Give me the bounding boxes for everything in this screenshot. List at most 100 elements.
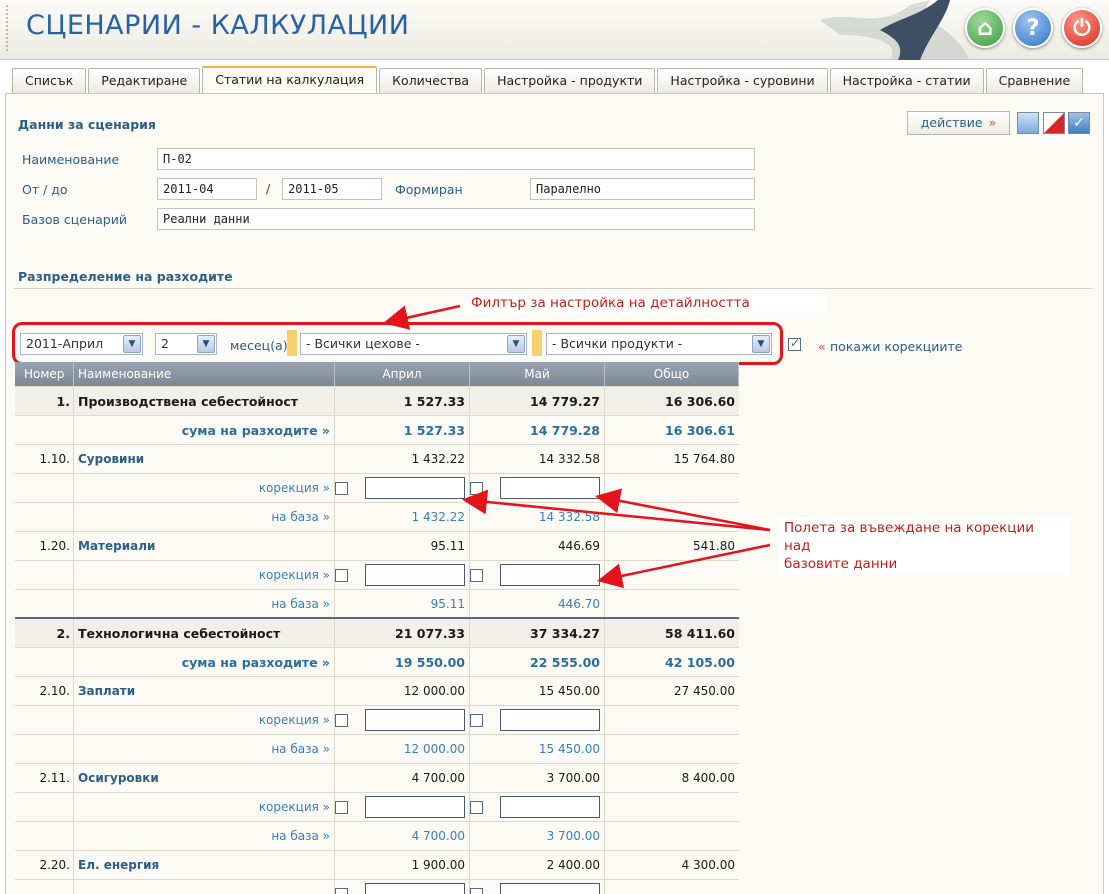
- tab-list[interactable]: Списък: [12, 68, 87, 93]
- col-name[interactable]: Наименование: [74, 362, 335, 386]
- correction-checkbox-may[interactable]: [470, 801, 483, 814]
- row-name[interactable]: сума на разходите »: [74, 648, 335, 676]
- correction-input-may[interactable]: [500, 796, 600, 818]
- tab-settings-items[interactable]: Настройка - статии: [829, 68, 984, 93]
- correction-checkbox-may[interactable]: [470, 888, 483, 894]
- correction-checkbox-may[interactable]: [470, 714, 483, 727]
- row-number: [15, 793, 74, 821]
- table-row: корекция »: [15, 793, 739, 822]
- row-name: Технологична себестойност: [74, 619, 335, 647]
- row-total: [605, 793, 739, 821]
- correction-input-april[interactable]: [365, 709, 465, 731]
- correction-input-april[interactable]: [365, 883, 465, 894]
- row-name[interactable]: на база »: [74, 590, 335, 617]
- table-row: 1.20. Материали 95.11 446.69 541.80: [15, 532, 739, 561]
- correction-input-may[interactable]: [500, 564, 600, 586]
- print-icon[interactable]: [1017, 112, 1039, 134]
- row-name[interactable]: корекция »: [74, 474, 335, 502]
- table-row: 2. Технологична себестойност 21 077.33 37 3…: [15, 619, 739, 648]
- products-select[interactable]: - Всички продукти - ▼: [546, 333, 772, 355]
- row-may: 3 700.00: [470, 764, 605, 792]
- show-corrections-label[interactable]: покажи корекциите: [830, 339, 963, 354]
- page-title: СЦЕНАРИИ - КАЛКУЛАЦИИ: [26, 10, 410, 41]
- month-select[interactable]: 2011-Април ▼: [20, 333, 143, 355]
- row-name[interactable]: корекция »: [74, 706, 335, 734]
- tab-settings-materials[interactable]: Настройка - суровини: [657, 68, 828, 93]
- correction-input-april[interactable]: [365, 796, 465, 818]
- row-name[interactable]: Ел. енергия: [74, 851, 335, 879]
- correction-checkbox-april[interactable]: [335, 714, 348, 727]
- row-total: 16 306.60: [665, 393, 735, 409]
- show-corrections-checkbox[interactable]: [788, 336, 801, 351]
- col-number[interactable]: Номер: [15, 362, 74, 386]
- row-name[interactable]: Осигуровки: [74, 764, 335, 792]
- tab-comparison[interactable]: Сравнение: [985, 68, 1084, 93]
- row-name[interactable]: Заплати: [74, 677, 335, 705]
- action-label: действие: [920, 115, 983, 130]
- col-april[interactable]: Април: [335, 362, 470, 386]
- name-field[interactable]: П-02: [157, 148, 755, 170]
- base-scenario-field[interactable]: Реални данни: [157, 208, 755, 230]
- month-count-select[interactable]: 2 ▼: [155, 333, 217, 355]
- home-icon[interactable]: ⌂: [965, 8, 1005, 48]
- row-name[interactable]: Суровини: [74, 445, 335, 473]
- to-field[interactable]: 2011-05: [282, 178, 382, 200]
- row-april: 95.11: [335, 590, 470, 617]
- row-total: [605, 822, 739, 850]
- row-name[interactable]: корекция »: [74, 561, 335, 589]
- row-name[interactable]: на база »: [74, 503, 335, 531]
- tab-settings-products[interactable]: Настройка - продукти: [484, 68, 656, 93]
- correction-input-april[interactable]: [365, 477, 465, 499]
- action-button[interactable]: действие »: [907, 111, 1010, 135]
- row-april: 12 000.00: [335, 677, 470, 705]
- help-icon[interactable]: ?: [1013, 8, 1053, 48]
- correction-checkbox-april[interactable]: [335, 569, 348, 582]
- table-header: Номер Наименование Април Май Общо: [15, 362, 739, 387]
- table-row: 2.11. Осигуровки 4 700.00 3 700.00 8 400.00: [15, 764, 739, 793]
- correction-checkbox-may[interactable]: [470, 482, 483, 495]
- col-total[interactable]: Общо: [605, 362, 739, 386]
- section-divider: [14, 288, 1092, 289]
- correction-input-may[interactable]: [500, 883, 600, 894]
- row-april: 4 700.00: [335, 764, 470, 792]
- row-may: 15 450.00: [470, 735, 605, 763]
- row-name[interactable]: на база »: [74, 735, 335, 763]
- tab-bar: Списък Редактиране Статии на калкулация …: [12, 66, 1085, 93]
- correction-checkbox-april[interactable]: [335, 482, 348, 495]
- correction-checkbox-may[interactable]: [470, 569, 483, 582]
- row-name[interactable]: корекция »: [74, 793, 335, 821]
- row-total: [605, 503, 739, 531]
- power-icon[interactable]: ⏻: [1062, 8, 1102, 48]
- row-name[interactable]: Материали: [74, 532, 335, 560]
- row-name[interactable]: на база »: [74, 822, 335, 850]
- row-name[interactable]: сума на разходите »: [74, 416, 335, 444]
- from-field[interactable]: 2011-04: [157, 178, 257, 200]
- correction-input-april[interactable]: [365, 564, 465, 586]
- row-may: 14 332.58: [470, 503, 605, 531]
- tab-calc-items[interactable]: Статии на калкулация: [202, 66, 378, 93]
- row-may: 14 332.58: [470, 445, 605, 473]
- erase-icon[interactable]: [1043, 112, 1065, 134]
- tab-edit[interactable]: Редактиране: [88, 68, 201, 93]
- correction-input-may[interactable]: [500, 709, 600, 731]
- row-total: 42 105.00: [665, 654, 735, 670]
- table-row: на база » 4 700.00 3 700.00: [15, 822, 739, 851]
- formed-field[interactable]: Паралелно: [530, 178, 755, 200]
- workshops-select[interactable]: - Всички цехове - ▼: [300, 333, 527, 355]
- row-number: [15, 503, 74, 531]
- row-number: [15, 561, 74, 589]
- correction-checkbox-april[interactable]: [335, 888, 348, 894]
- filter-separator: [532, 330, 542, 356]
- col-may[interactable]: Май: [470, 362, 605, 386]
- tab-quantities[interactable]: Количества: [379, 68, 483, 93]
- row-number: [15, 880, 74, 894]
- row-number: [15, 735, 74, 763]
- row-april: 4 700.00: [335, 822, 470, 850]
- months-label: месец(а): [230, 338, 288, 353]
- correction-checkbox-april[interactable]: [335, 801, 348, 814]
- row-name[interactable]: [74, 880, 335, 894]
- correction-input-may[interactable]: [500, 477, 600, 499]
- table-row: [15, 880, 739, 894]
- row-april: 1 432.22: [335, 503, 470, 531]
- confirm-icon[interactable]: ✓: [1068, 112, 1090, 134]
